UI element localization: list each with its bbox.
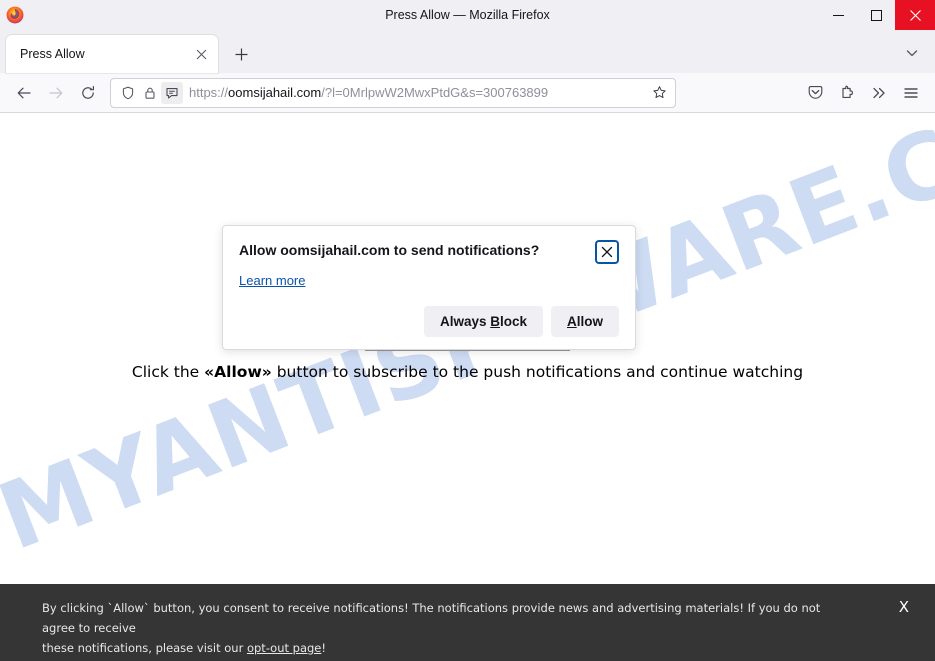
notification-permission-dialog: Allow oomsijahail.com to send notificati… (222, 225, 636, 350)
extensions-icon[interactable] (831, 77, 863, 109)
tab-title: Press Allow (20, 47, 85, 61)
bookmark-star-icon[interactable] (647, 81, 671, 105)
consent-line-2-prefix: these notifications, please visit our (42, 641, 247, 655)
consent-banner: By clicking `Allow` button, you consent … (0, 584, 935, 661)
url-scheme: https:// (189, 84, 229, 100)
title-bar: Press Allow — Mozilla Firefox (0, 0, 935, 31)
consent-text: By clicking `Allow` button, you consent … (42, 598, 842, 658)
address-bar[interactable]: https://oomsijahail.com/?l=0MrlpwW2MwxPt… (110, 77, 676, 108)
firefox-browser-window: Press Allow — Mozilla Firefox Press Allo… (0, 0, 935, 661)
dialog-title: Allow oomsijahail.com to send notificati… (239, 242, 540, 258)
allow-button[interactable]: Allow (551, 306, 619, 337)
firefox-logo-icon (6, 6, 24, 24)
arrow-right-icon (49, 87, 63, 98)
list-all-tabs-button[interactable] (897, 38, 927, 68)
consent-close-icon[interactable]: X (893, 598, 915, 616)
instruction-prefix: Click the (131, 363, 205, 381)
notification-permission-icon[interactable] (161, 81, 183, 104)
instruction-suffix: button to subscribe to the push notifica… (271, 363, 804, 381)
window-controls (819, 0, 935, 30)
consent-line-2-suffix: ! (321, 641, 327, 655)
instruction-text: Click the «Allow» button to subscribe to… (0, 363, 935, 381)
shield-icon[interactable] (117, 82, 139, 104)
overflow-menu-icon[interactable] (863, 77, 895, 109)
reload-icon (82, 85, 94, 99)
window-title: Press Allow — Mozilla Firefox (385, 8, 550, 22)
reload-button[interactable] (72, 77, 104, 109)
arrow-left-icon (17, 87, 31, 98)
app-menu-icon[interactable] (895, 77, 927, 109)
new-tab-button[interactable] (226, 39, 256, 69)
close-icon (601, 246, 613, 258)
toolbar-right-actions (799, 77, 927, 109)
instruction-highlight: «Allow» (204, 363, 272, 381)
dialog-header: Allow oomsijahail.com to send notificati… (239, 240, 619, 264)
consent-line-1: By clicking `Allow` button, you consent … (42, 601, 821, 635)
forward-button[interactable] (40, 77, 72, 109)
maximize-button[interactable] (857, 0, 895, 30)
url-host: oomsijahail.com (228, 84, 322, 100)
pocket-icon[interactable] (799, 77, 831, 109)
lock-icon[interactable] (139, 82, 161, 104)
tab-close-icon[interactable] (190, 43, 212, 65)
page-viewport: MYANTISPYWARE.COM Click the «Allow» butt… (0, 113, 935, 661)
opt-out-link[interactable]: opt-out page (247, 641, 321, 655)
learn-more-link[interactable]: Learn more (239, 273, 305, 288)
url-display: https://oomsijahail.com/?l=0MrlpwW2MwxPt… (189, 83, 647, 103)
chevron-down-icon (906, 50, 918, 57)
close-window-button[interactable] (895, 0, 935, 30)
browser-tab[interactable]: Press Allow (6, 35, 218, 73)
minimize-button[interactable] (819, 0, 857, 30)
always-block-button[interactable]: Always Block (423, 306, 543, 337)
tab-strip: Press Allow (0, 31, 935, 73)
url-path: /?l=0MrlpwW2MwxPtdG&s=300763899 (321, 84, 549, 100)
back-button[interactable] (8, 77, 40, 109)
dialog-close-button[interactable] (595, 240, 619, 264)
navigation-toolbar: https://oomsijahail.com/?l=0MrlpwW2MwxPt… (0, 73, 935, 113)
dialog-actions: Always Block Allow (239, 306, 619, 337)
